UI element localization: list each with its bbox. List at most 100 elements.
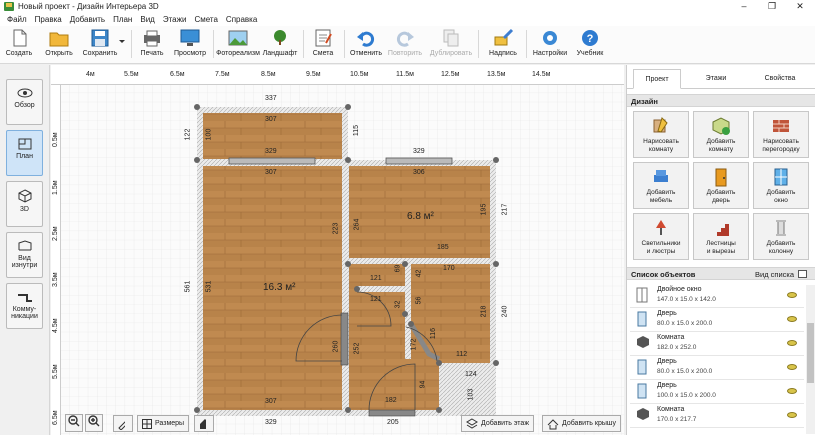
labels-button[interactable]: Надпись [486,28,520,62]
floors-icon [466,417,478,429]
add-window-button[interactable]: Добавить окно [753,162,809,209]
zoom-out-button[interactable] [65,414,83,432]
stairs-icon [713,224,729,236]
redo-button[interactable]: Повторить [386,28,424,62]
window-icon [774,168,788,186]
floppy-icon [91,29,109,47]
add-roof-button[interactable]: Добавить крышу [542,415,621,432]
scroll-thumb[interactable] [807,323,814,383]
window-title: Новый проект - Дизайн Интерьера 3D [18,2,159,11]
picture-icon [228,30,248,46]
add-room-icon [712,117,730,135]
photoreal-button[interactable]: Фотореализм [216,28,260,62]
visibility-icon[interactable] [787,388,797,394]
ruler-tool-button[interactable] [113,415,133,432]
save-button[interactable]: Сохранить [80,28,120,62]
draw-room-button[interactable]: Нарисовать комнату [633,111,689,158]
plan-canvas[interactable]: 4м 5.5м 6.5м 7.5м 8.5м 9.5м 10.5м 11.5м … [51,65,624,435]
menu-plan[interactable]: План [113,15,132,24]
chevron-down-icon [119,40,125,43]
view-3d-button[interactable]: 3D [6,181,43,227]
tab-properties[interactable]: Свойства [749,69,811,89]
zoom-out-icon [68,415,80,427]
grid-icon [142,418,152,429]
print-button[interactable]: Печать [137,28,167,62]
list-item[interactable]: Комната 170.0 x 217.7 [630,404,804,428]
folder-icon [49,32,69,47]
visibility-icon[interactable] [787,364,797,370]
create-button[interactable]: Создать [2,28,36,62]
tab-project[interactable]: Проект [633,69,681,89]
add-floor-button[interactable]: Добавить этаж [461,415,535,432]
list-item[interactable]: Дверь 80.0 x 15.0 x 200.0 [630,356,804,380]
plan-button[interactable]: План [6,130,43,176]
menu-view[interactable]: Вид [140,15,154,24]
minimize-button[interactable]: – [730,0,758,13]
menu-file[interactable]: Файл [7,15,27,24]
menu-help[interactable]: Справка [226,15,257,24]
visibility-icon[interactable] [787,412,797,418]
visibility-icon[interactable] [787,316,797,322]
objects-section-title: Список объектов Вид списка [627,267,815,280]
add-furniture-button[interactable]: Добавить мебель [633,162,689,209]
floor-plan[interactable] [51,65,624,435]
roof-icon [547,418,559,429]
open-button[interactable]: Открыть [42,28,76,62]
undo-button[interactable]: Отменить [348,28,384,62]
list-item[interactable]: Дверь 100.0 x 15.0 x 200.0 [630,380,804,404]
zoom-in-button[interactable] [85,414,103,432]
list-item[interactable]: Двойное окно 147.0 x 15.0 x 142.0 [630,284,804,308]
communications-button[interactable]: Комму- никации [6,283,43,329]
list-item[interactable]: Комната 182.0 x 252.0 [630,332,804,356]
objects-scrollbar[interactable] [806,285,815,434]
svg-text:?: ? [587,33,594,45]
door-icon [715,168,727,187]
list-view-toggle[interactable]: Вид списка [755,268,794,281]
menu-estimate[interactable]: Смета [194,15,217,24]
estimate-button[interactable]: Смета [308,28,338,62]
stairs-button[interactable]: Лестницы и вырезы [693,213,749,260]
design-section-title: Дизайн [627,94,815,107]
lights-button[interactable]: Светильники и люстры [633,213,689,260]
eye-icon [17,88,32,98]
overview-button[interactable]: Обзор [6,79,43,125]
visibility-icon[interactable] [787,340,797,346]
sizes-button[interactable]: Размеры [137,415,190,432]
brick-wall-icon [773,120,789,132]
add-room-button[interactable]: Добавить комнату [693,111,749,158]
menu-edit[interactable]: Правка [35,15,62,24]
zoom-in-icon [88,415,100,427]
maximize-button[interactable]: ❐ [758,0,786,13]
menu-floors[interactable]: Этажи [163,15,187,24]
tab-floors[interactable]: Этажи [687,69,745,89]
home-icon [200,418,206,429]
door-icon [637,359,647,375]
duplicate-button[interactable]: Дублировать [428,28,474,62]
label-brush-icon [494,28,514,46]
estimate-sheet-icon [315,29,332,47]
room-view-icon [18,240,31,251]
save-dropdown[interactable] [118,28,126,62]
inside-view-button[interactable]: Вид изнутри [6,232,43,278]
list-item[interactable]: Дверь 80.0 x 15.0 x 200.0 [630,308,804,332]
cube-icon [18,189,31,203]
settings-button[interactable]: Настройки [532,28,568,62]
duplicate-icon [443,29,459,47]
tree-icon [274,30,286,45]
home-button[interactable] [194,415,214,432]
zoom-controls [65,414,105,432]
double-window-icon [636,287,648,303]
menu-add[interactable]: Добавить [70,15,105,24]
add-door-button[interactable]: Добавить дверь [693,162,749,209]
plan-icon [18,138,31,150]
close-button[interactable]: ✕ [786,0,814,13]
menu-bar: Файл Правка Добавить План Вид Этажи Смет… [0,13,815,26]
preview-button[interactable]: Просмотр [172,28,208,62]
landscape-button[interactable]: Ландшафт [262,28,298,62]
app-icon [4,2,14,11]
door-icon [637,383,647,399]
add-column-button[interactable]: Добавить колонну [753,213,809,260]
draw-partition-button[interactable]: Нарисовать перегородку [753,111,809,158]
tutorial-button[interactable]: ? Учебник [572,28,608,62]
visibility-icon[interactable] [787,292,797,298]
